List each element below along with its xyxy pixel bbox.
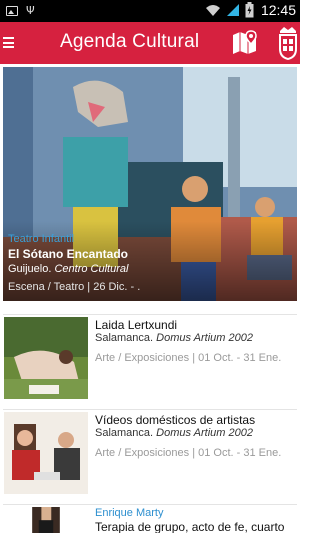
event-title: Terapia de grupo, acto de fe, cuarto xyxy=(95,520,285,533)
event-meta: Arte / Exposiciones | 01 Oct. - 31 Ene. xyxy=(95,447,282,459)
signal-icon xyxy=(226,4,239,16)
featured-event-card[interactable]: Teatro Infantil El Sótano Encantado Guij… xyxy=(3,67,297,301)
featured-meta: Escena / Teatro | 26 Dic. - . xyxy=(8,281,141,293)
crest-logo xyxy=(279,27,297,60)
clock: 12:45 xyxy=(260,2,296,18)
event-meta: Arte / Exposiciones | 01 Oct. - 31 Ene. xyxy=(95,352,282,364)
app-title: Agenda Cultural xyxy=(60,31,200,52)
list-item[interactable]: Vídeos domésticos de artistas Salamanca.… xyxy=(3,409,297,497)
event-title: Laida Lertxundi xyxy=(95,318,178,332)
hamburger-menu-icon[interactable] xyxy=(3,37,14,48)
app-bar: Agenda Cultural xyxy=(0,22,300,64)
featured-category: Teatro Infantil xyxy=(8,233,75,245)
wifi-icon xyxy=(205,5,220,16)
list-item[interactable]: Laida Lertxundi Salamanca. Domus Artium … xyxy=(3,314,297,402)
event-category: Enrique Marty xyxy=(95,507,164,519)
event-thumbnail xyxy=(4,317,88,399)
status-bar: Ψ 12:45 xyxy=(0,0,300,22)
event-thumbnail xyxy=(32,507,60,533)
image-notification-icon xyxy=(6,5,18,16)
event-place: Salamanca. Domus Artium 2002 xyxy=(95,332,253,344)
featured-city: Guijuelo. xyxy=(8,263,52,275)
map-pin-icon[interactable] xyxy=(231,28,259,56)
event-place: Salamanca. Domus Artium 2002 xyxy=(95,427,253,439)
list-item[interactable]: Enrique Marty Terapia de grupo, acto de … xyxy=(3,504,297,533)
usb-icon: Ψ xyxy=(26,4,35,17)
event-thumbnail xyxy=(4,412,88,494)
battery-icon xyxy=(245,2,254,18)
featured-venue: Centro Cultural xyxy=(54,263,129,275)
featured-place: Guijuelo. Centro Cultural xyxy=(8,263,128,275)
event-title: Vídeos domésticos de artistas xyxy=(95,413,256,427)
featured-title: El Sótano Encantado xyxy=(8,247,129,261)
